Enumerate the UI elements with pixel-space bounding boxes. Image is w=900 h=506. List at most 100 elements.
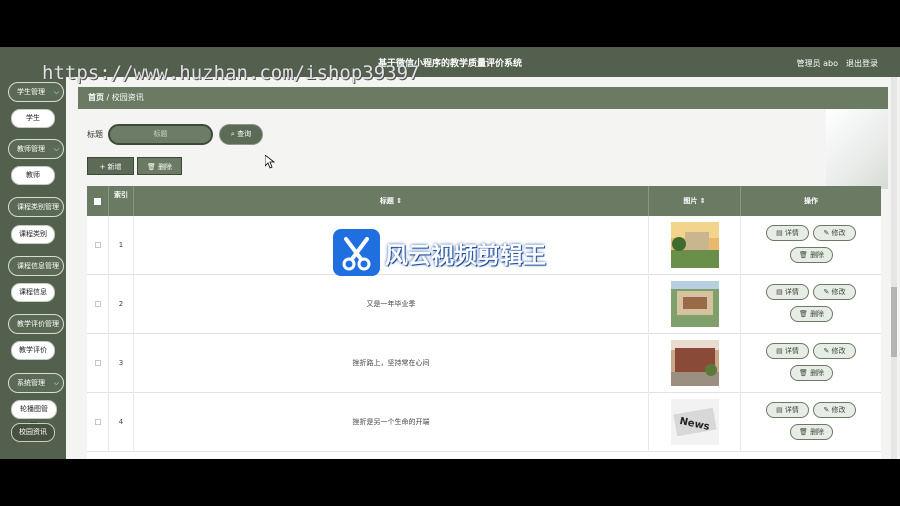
- row-image: [649, 275, 741, 334]
- sidebar-item-student[interactable]: 学生: [11, 109, 55, 128]
- edit-button[interactable]: ✎ 修改: [813, 225, 856, 241]
- trash-icon: 🗑: [146, 163, 156, 171]
- breadcrumb: 首页 / 校园资讯: [78, 87, 888, 109]
- menu-course-info-mgmt[interactable]: 课程信息管理: [8, 256, 64, 276]
- logout-link[interactable]: 退出登录: [846, 58, 878, 69]
- detail-label: 详情: [784, 406, 799, 414]
- doc-icon: ▤: [776, 406, 783, 414]
- row-index: 2: [109, 275, 134, 334]
- row-index: 3: [109, 334, 134, 393]
- scrollbar-thumb[interactable]: [891, 287, 897, 357]
- row-image: [649, 216, 741, 275]
- sort-icon: ⇕: [396, 197, 403, 205]
- app-watermark: 风云视频剪辑王: [385, 243, 546, 269]
- news-graphic-image: News: [671, 399, 719, 445]
- sidebar-item-teaching-eval[interactable]: 教学评价: [11, 341, 55, 360]
- table-header: 索引 标题 ⇕ 图片 ⇕ 操作: [87, 186, 881, 216]
- edit-button[interactable]: ✎ 修改: [813, 284, 856, 300]
- edit-button[interactable]: ✎ 修改: [813, 402, 856, 418]
- row-title: 挫折路上，坚持常在心间: [134, 334, 649, 393]
- scissors-logo-icon: [333, 229, 380, 276]
- menu-system-mgmt[interactable]: 系统管理 ⌵: [8, 373, 64, 393]
- sidebar-item-course-category[interactable]: 课程类别: [11, 225, 55, 244]
- row-ops: ▤ 详情 ✎ 修改 🗑 删除: [741, 393, 881, 452]
- news-table: 索引 标题 ⇕ 图片 ⇕ 操作 1 ▤ 详情 ✎ 修改 🗑 删除 2 又是一年毕…: [87, 186, 881, 459]
- row-index: 1: [109, 216, 134, 275]
- checkbox-icon: [94, 419, 101, 425]
- checkbox-icon: [94, 301, 101, 307]
- table-row: 3 挫折路上，坚持常在心间 ▤ 详情 ✎ 修改 🗑 删除: [87, 334, 881, 393]
- menu-course-category-mgmt[interactable]: 课程类别管理: [8, 197, 64, 217]
- row-image: News: [649, 393, 741, 452]
- column-title[interactable]: 标题 ⇕: [134, 186, 649, 216]
- sidebar-item-course-info[interactable]: 课程信息: [11, 283, 55, 302]
- edit-label: 修改: [831, 406, 846, 414]
- sidebar-item-campus-news[interactable]: 校园资讯: [11, 423, 55, 442]
- breadcrumb-current: 校园资讯: [111, 93, 144, 102]
- chevron-down-icon: ⌵: [53, 88, 59, 96]
- plus-icon: +: [99, 163, 106, 171]
- detail-button[interactable]: ▤ 详情: [766, 225, 809, 241]
- pencil-icon: ✎: [823, 406, 830, 414]
- row-ops: ▤ 详情 ✎ 修改 🗑 删除: [741, 216, 881, 275]
- breadcrumb-home[interactable]: 首页: [88, 93, 104, 102]
- edit-label: 修改: [831, 288, 846, 296]
- sidebar-item-carousel[interactable]: 轮播图管理: [11, 400, 57, 430]
- add-button[interactable]: + 新增: [87, 157, 134, 175]
- row-ops: ▤ 详情 ✎ 修改 🗑 删除: [741, 275, 881, 334]
- doc-icon: ▤: [776, 288, 783, 296]
- campus-aerial-image: [671, 281, 719, 327]
- row-checkbox[interactable]: [87, 275, 109, 334]
- decorative-background: [826, 109, 888, 189]
- checkbox-icon: [94, 197, 101, 205]
- delete-label: 删除: [810, 369, 825, 377]
- sidebar: 学生管理 ⌵ 学生 教师管理 ⌵ 教师 课程类别管理 课程类别 课程信息管理 课程信…: [0, 77, 66, 459]
- menu-label: 教学评价管理: [17, 320, 59, 328]
- row-checkbox[interactable]: [87, 334, 109, 393]
- trash-icon: 🗑: [798, 310, 808, 318]
- detail-label: 详情: [784, 347, 799, 355]
- detail-button[interactable]: ▤ 详情: [766, 343, 809, 359]
- delete-label: 删除: [810, 428, 825, 436]
- detail-button[interactable]: ▤ 详情: [766, 402, 809, 418]
- menu-teacher-mgmt[interactable]: 教师管理 ⌵: [8, 139, 64, 159]
- row-index: 4: [109, 393, 134, 452]
- edit-button[interactable]: ✎ 修改: [813, 343, 856, 359]
- menu-label: 教师管理: [17, 145, 45, 153]
- doc-icon: ▤: [776, 229, 783, 237]
- vertical-scrollbar[interactable]: [891, 77, 897, 459]
- mouse-cursor-icon: [265, 155, 275, 169]
- search-input[interactable]: 标题: [108, 124, 213, 145]
- trash-icon: 🗑: [798, 428, 808, 436]
- sidebar-item-teacher[interactable]: 教师: [11, 166, 55, 185]
- pencil-icon: ✎: [823, 229, 830, 237]
- breadcrumb-separator: /: [106, 93, 110, 102]
- bulk-delete-button[interactable]: 🗑 删除: [137, 157, 182, 175]
- edit-label: 修改: [831, 347, 846, 355]
- add-label: 新增: [107, 163, 122, 171]
- row-checkbox[interactable]: [87, 393, 109, 452]
- chevron-down-icon: ⌵: [53, 145, 59, 153]
- column-index: 索引: [109, 186, 134, 216]
- column-title-label: 标题: [379, 197, 394, 205]
- select-all-checkbox[interactable]: [87, 186, 109, 216]
- search-button[interactable]: ⌕ 查询: [219, 124, 263, 145]
- search-button-label: 查询: [237, 130, 252, 138]
- menu-label: 课程信息管理: [17, 262, 59, 270]
- column-image[interactable]: 图片 ⇕: [649, 186, 741, 216]
- table-row: 2 又是一年毕业季 ▤ 详情 ✎ 修改 🗑 删除: [87, 275, 881, 334]
- delete-button[interactable]: 🗑 删除: [790, 306, 833, 322]
- menu-teaching-eval-mgmt[interactable]: 教学评价管理: [8, 314, 64, 334]
- checkbox-icon: [94, 242, 101, 248]
- delete-button[interactable]: 🗑 删除: [790, 424, 833, 440]
- delete-button[interactable]: 🗑 删除: [790, 247, 833, 263]
- search-label: 标题: [87, 130, 103, 139]
- menu-label: 系统管理: [17, 379, 45, 387]
- row-title: 又是一年毕业季: [134, 275, 649, 334]
- menu-student-mgmt[interactable]: 学生管理 ⌵: [8, 82, 64, 102]
- campus-photo-image: [671, 222, 719, 268]
- row-checkbox[interactable]: [87, 216, 109, 275]
- delete-button[interactable]: 🗑 删除: [790, 365, 833, 381]
- detail-button[interactable]: ▤ 详情: [766, 284, 809, 300]
- column-image-label: 图片: [683, 197, 698, 205]
